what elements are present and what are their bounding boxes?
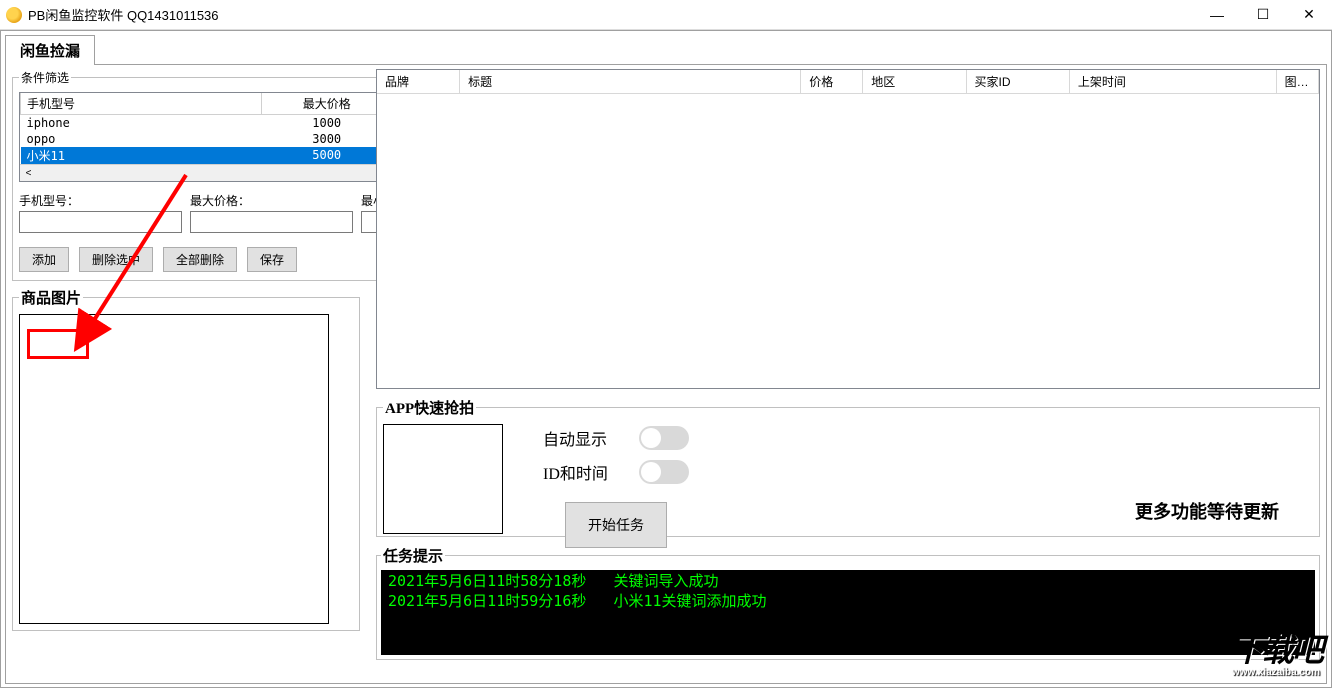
input-model[interactable] [19, 211, 182, 233]
quick-grab-legend: APP快速抢拍 [383, 397, 476, 418]
results-table[interactable]: 品牌标题价格地区买家ID上架时间图… [376, 69, 1320, 389]
col-model[interactable]: 手机型号 [21, 93, 262, 115]
label-model: 手机型号： [19, 192, 182, 209]
quick-grab-group: APP快速抢拍 自动显示 ID和时间 开始任务 更多功能等待更新 [376, 397, 1320, 537]
app-icon [6, 7, 22, 23]
toggle-auto-label: 自动显示 [543, 426, 621, 450]
save-button[interactable]: 保存 [247, 247, 297, 272]
input-max[interactable] [190, 211, 353, 233]
col-max[interactable]: 最大价格 [261, 93, 392, 115]
product-image-legend: 商品图片 [19, 287, 83, 308]
results-col[interactable]: 地区 [863, 70, 966, 94]
main-window: 闲鱼捡漏 条件筛选 手机型号 最大价格 最小价格 [0, 30, 1332, 688]
titlebar: PB闲鱼监控软件 QQ1431011536 — ☐ ✕ [0, 0, 1332, 30]
results-col[interactable]: 标题 [460, 70, 801, 94]
window-title: PB闲鱼监控软件 QQ1431011536 [28, 5, 1194, 24]
maximize-button[interactable]: ☐ [1240, 0, 1286, 30]
toggle-idtime-label: ID和时间 [543, 460, 621, 484]
task-log-group: 任务提示 2021年5月6日11时58分18秒 关键词导入成功 2021年5月6… [376, 545, 1320, 660]
start-task-button[interactable]: 开始任务 [565, 502, 667, 548]
task-console[interactable]: 2021年5月6日11时58分18秒 关键词导入成功 2021年5月6日11时5… [381, 570, 1315, 655]
label-max: 最大价格： [190, 192, 353, 209]
filter-legend: 条件筛选 [19, 69, 71, 86]
results-col[interactable]: 图… [1276, 70, 1318, 94]
close-button[interactable]: ✕ [1286, 0, 1332, 30]
scroll-left-icon[interactable]: < [20, 165, 37, 182]
tab-content: 条件筛选 手机型号 最大价格 最小价格 iphone1000100oppo300… [5, 64, 1327, 684]
results-col[interactable]: 品牌 [377, 70, 460, 94]
delete-selected-button[interactable]: 删除选中 [79, 247, 153, 272]
toggle-idtime[interactable] [639, 460, 689, 484]
task-log-legend: 任务提示 [381, 545, 445, 566]
delete-all-button[interactable]: 全部删除 [163, 247, 237, 272]
add-button[interactable]: 添加 [19, 247, 69, 272]
results-col[interactable]: 上架时间 [1069, 70, 1276, 94]
tab-main[interactable]: 闲鱼捡漏 [5, 35, 95, 65]
product-image-group: 商品图片 [12, 287, 360, 631]
results-col[interactable]: 价格 [801, 70, 863, 94]
product-image-box [19, 314, 329, 624]
minimize-button[interactable]: — [1194, 0, 1240, 30]
toggle-auto[interactable] [639, 426, 689, 450]
results-col[interactable]: 买家ID [966, 70, 1069, 94]
more-features-text: 更多功能等待更新 [1135, 498, 1279, 524]
preview-box [383, 424, 503, 534]
